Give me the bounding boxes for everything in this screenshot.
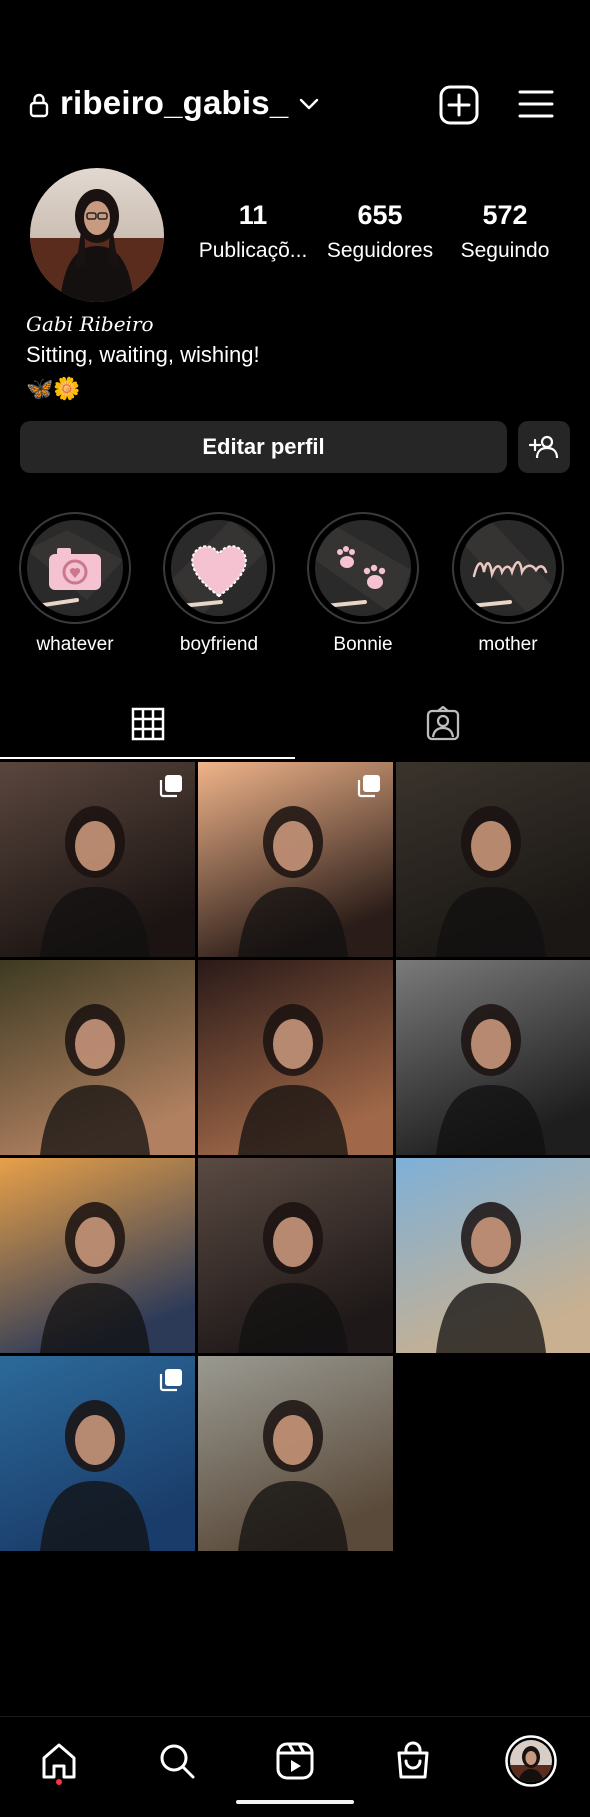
highlight-cover xyxy=(171,520,267,616)
profile-avatar xyxy=(505,1735,557,1787)
active-tab-indicator xyxy=(0,757,295,759)
grid-post[interactable] xyxy=(0,1158,195,1353)
grid-post[interactable] xyxy=(396,960,590,1155)
heart-icon xyxy=(171,520,267,616)
post-thumbnail xyxy=(198,960,393,1155)
stat-following-label: Seguindo xyxy=(460,239,550,262)
profile-bio: Sitting, waiting, wishing! xyxy=(26,342,260,367)
post-thumbnail xyxy=(396,1158,590,1353)
profile-header: ribeiro_gabis_ xyxy=(0,70,590,140)
camera-icon xyxy=(27,520,123,616)
new-post-icon[interactable] xyxy=(438,84,480,126)
highlight-ring xyxy=(19,512,131,624)
stat-following-value: 572 xyxy=(482,200,528,230)
stat-posts[interactable]: 11 Publicaçõ... xyxy=(193,200,313,263)
grid-post[interactable] xyxy=(396,1158,590,1353)
post-thumbnail xyxy=(0,960,195,1155)
nav-shop[interactable] xyxy=(383,1731,443,1791)
search-icon xyxy=(160,1744,195,1779)
highlight-boyfriend[interactable]: boyfriend xyxy=(163,512,275,656)
grid-icon xyxy=(131,707,164,741)
paw-icon xyxy=(315,520,411,616)
home-indicator[interactable] xyxy=(236,1800,354,1804)
tagged-icon xyxy=(426,706,459,741)
grid-post[interactable] xyxy=(0,1356,195,1551)
profile-emoji: 🦋🌼 xyxy=(26,376,81,401)
notification-dot xyxy=(56,1779,62,1785)
highlight-whatever[interactable]: whatever xyxy=(19,512,131,656)
post-thumbnail xyxy=(198,1356,393,1551)
multiple-photos-icon xyxy=(159,1368,183,1392)
reels-icon xyxy=(276,1742,314,1780)
stat-followers-label: Seguidores xyxy=(326,239,434,262)
tab-tagged[interactable] xyxy=(295,690,590,758)
highlight-label: mother xyxy=(478,634,538,655)
edit-profile-button[interactable]: Editar perfil xyxy=(20,421,507,473)
lock-icon xyxy=(29,93,49,118)
grid-post[interactable] xyxy=(198,1158,393,1353)
highlight-cover xyxy=(27,520,123,616)
multiple-photos-icon xyxy=(357,774,381,798)
home-icon xyxy=(42,1743,76,1779)
stat-followers-value: 655 xyxy=(357,200,403,230)
multiple-photos-icon xyxy=(159,774,183,798)
stat-following[interactable]: 572 Seguindo xyxy=(445,200,565,263)
tab-posts-grid[interactable] xyxy=(0,690,295,758)
nav-profile[interactable] xyxy=(501,1731,561,1791)
stat-followers[interactable]: 655 Seguidores xyxy=(320,200,440,263)
nav-reels[interactable] xyxy=(265,1731,325,1791)
menu-icon[interactable] xyxy=(516,86,556,122)
mother-script-icon xyxy=(460,520,556,616)
post-thumbnail xyxy=(198,1158,393,1353)
shop-icon xyxy=(397,1741,429,1779)
nav-search[interactable] xyxy=(147,1731,207,1791)
highlight-ring xyxy=(452,512,564,624)
highlight-label: Bonnie xyxy=(333,634,393,655)
post-thumbnail xyxy=(396,960,590,1155)
profile-tabs xyxy=(0,690,590,760)
highlight-bonnie[interactable]: Bonnie xyxy=(307,512,419,656)
discover-people-button[interactable] xyxy=(518,421,570,473)
post-thumbnail xyxy=(0,1158,195,1353)
highlight-ring xyxy=(307,512,419,624)
highlight-cover xyxy=(315,520,411,616)
highlight-label: whatever xyxy=(36,634,114,655)
post-thumbnail xyxy=(396,762,590,957)
stat-posts-value: 11 xyxy=(238,200,268,230)
highlight-mother[interactable]: mother xyxy=(452,512,564,656)
add-person-icon xyxy=(529,435,559,459)
grid-post[interactable] xyxy=(198,1356,393,1551)
stat-posts-label: Publicaçõ... xyxy=(198,239,308,262)
highlight-ring xyxy=(163,512,275,624)
highlight-cover xyxy=(460,520,556,616)
profile-name: Gabi Ribeiro xyxy=(26,312,154,336)
grid-post[interactable] xyxy=(0,762,195,957)
highlight-label: boyfriend xyxy=(179,634,259,655)
grid-post[interactable] xyxy=(0,960,195,1155)
username[interactable]: ribeiro_gabis_ xyxy=(60,84,288,122)
grid-post[interactable] xyxy=(198,960,393,1155)
grid-post[interactable] xyxy=(396,762,590,957)
avatar-photo xyxy=(30,168,164,302)
chevron-down-icon[interactable] xyxy=(298,96,320,112)
avatar[interactable] xyxy=(30,168,164,302)
grid-post[interactable] xyxy=(198,762,393,957)
